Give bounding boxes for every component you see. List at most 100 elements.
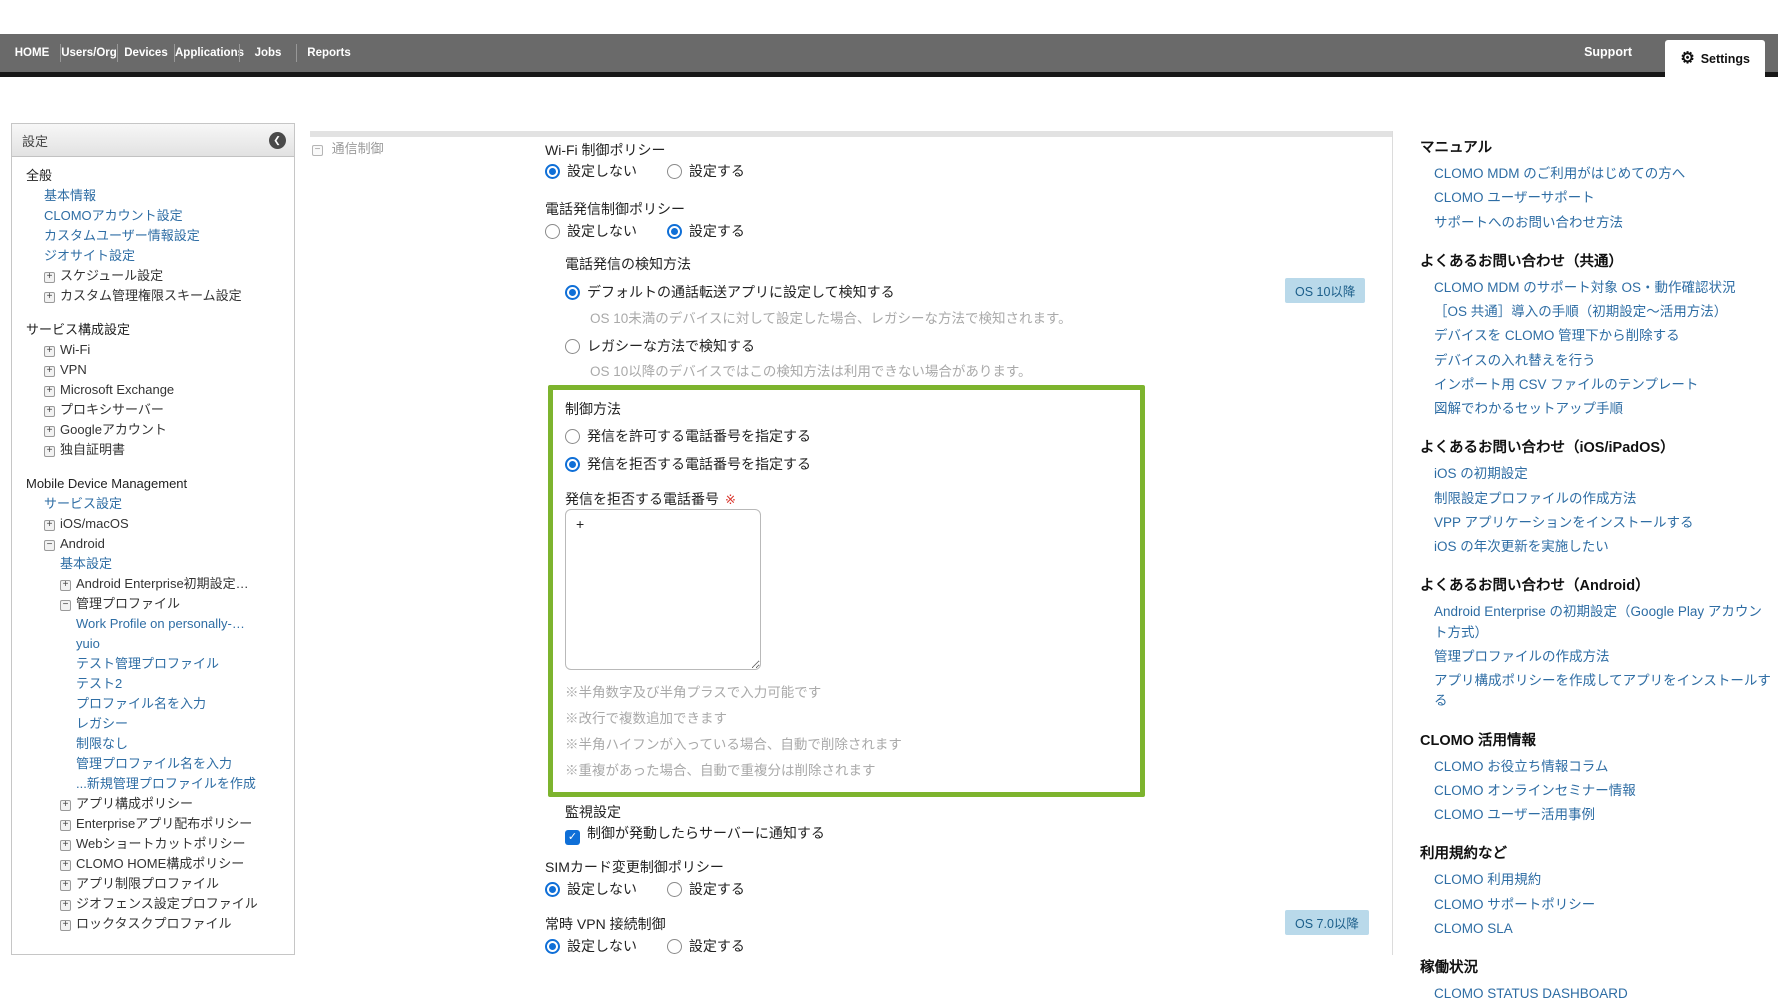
plus-box-icon[interactable] [44, 386, 55, 397]
help-link[interactable]: 図解でわかるセットアップ手順 [1420, 399, 1772, 419]
sidebar-item-ios-macos[interactable]: iOS/macOS [18, 514, 288, 534]
radio-checked-icon[interactable] [545, 939, 560, 954]
help-link[interactable]: デバイスの入れ替えを行う [1420, 351, 1772, 371]
sidebar-item-profile-no-limit[interactable]: 制限なし [18, 734, 288, 754]
help-link[interactable]: インポート用 CSV ファイルのテンプレート [1420, 375, 1772, 395]
sidebar-item-own-certificate[interactable]: 独自証明書 [18, 440, 288, 460]
detection-option-default-label[interactable]: デフォルトの通話転送アプリに設定して検知する [587, 284, 895, 300]
plus-box-icon[interactable] [44, 292, 55, 303]
sidebar-item-custom-user-info[interactable]: カスタムユーザー情報設定 [18, 226, 288, 246]
tab-settings[interactable]: Settings [1665, 40, 1765, 77]
sidebar-item-proxy-server[interactable]: プロキシサーバー [18, 400, 288, 420]
sidebar-item-custom-admin-scheme[interactable]: カスタム管理権限スキーム設定 [18, 286, 288, 306]
help-link[interactable]: サポートへのお問い合わせ方法 [1420, 213, 1772, 233]
detection-option-legacy-label[interactable]: レガシーな方法で検知する [587, 338, 755, 354]
nav-item-users-org[interactable]: Users/Org [61, 47, 117, 59]
minus-box-icon[interactable] [44, 540, 55, 551]
sidebar-item-schedule[interactable]: スケジュール設定 [18, 266, 288, 286]
sidebar-item-android-basic[interactable]: 基本設定 [18, 554, 288, 574]
plus-box-icon[interactable] [60, 580, 71, 591]
control-method-allow-label[interactable]: 発信を許可する電話番号を指定する [587, 428, 811, 444]
plus-box-icon[interactable] [60, 880, 71, 891]
sidebar-item-profile-work-profile[interactable]: Work Profile on personally-… [18, 614, 288, 634]
plus-box-icon[interactable] [60, 840, 71, 851]
plus-box-icon[interactable] [60, 900, 71, 911]
sidebar-item-google-account[interactable]: Googleアカウント [18, 420, 288, 440]
sidebar-item-vpn[interactable]: VPN [18, 360, 288, 380]
checkbox-checked-icon[interactable] [565, 830, 580, 845]
sidebar-item-clomo-home-policy[interactable]: CLOMO HOME構成ポリシー [18, 854, 288, 874]
help-link[interactable]: CLOMO ユーザー活用事例 [1420, 805, 1772, 825]
sidebar-item-profile-legacy[interactable]: レガシー [18, 714, 288, 734]
sidebar-item-wifi[interactable]: Wi-Fi [18, 340, 288, 360]
help-link[interactable]: CLOMO 利用規約 [1420, 870, 1772, 890]
sidebar-item-profile-enter-managed-name[interactable]: 管理プロファイル名を入力 [18, 754, 288, 774]
sidebar-item-create-new-profile[interactable]: ...新規管理プロファイルを作成 [18, 774, 288, 794]
radio-unchecked-icon[interactable] [565, 339, 580, 354]
plus-box-icon[interactable] [60, 820, 71, 831]
sidebar-item-geofence-profile[interactable]: ジオフェンス設定プロファイル [18, 894, 288, 914]
sidebar-item-android-enterprise-init[interactable]: Android Enterprise初期設定… [18, 574, 288, 594]
help-link[interactable]: CLOMO MDM のご利用がはじめての方へ [1420, 164, 1772, 184]
wifi-option-no[interactable]: 設定しない [567, 163, 637, 179]
radio-checked-icon[interactable] [667, 224, 682, 239]
sidebar-item-ms-exchange[interactable]: Microsoft Exchange [18, 380, 288, 400]
radio-checked-icon[interactable] [565, 457, 580, 472]
plus-box-icon[interactable] [44, 446, 55, 457]
help-link[interactable]: ［OS 共通］導入の手順（初期設定～活用方法） [1420, 302, 1772, 322]
plus-box-icon[interactable] [60, 920, 71, 931]
plus-box-icon[interactable] [60, 860, 71, 871]
help-link[interactable]: iOS の年次更新を実施したい [1420, 537, 1772, 557]
radio-unchecked-icon[interactable] [667, 882, 682, 897]
help-link[interactable]: CLOMO STATUS DASHBOARD [1420, 984, 1772, 1004]
sidebar-item-basic-info[interactable]: 基本情報 [18, 186, 288, 206]
radio-unchecked-icon[interactable] [545, 224, 560, 239]
help-link[interactable]: アプリ構成ポリシーを作成してアプリをインストールする [1420, 671, 1772, 712]
help-link[interactable]: デバイスを CLOMO 管理下から削除する [1420, 326, 1772, 346]
sidebar-item-android[interactable]: Android [18, 534, 288, 554]
sim-option-yes[interactable]: 設定する [689, 881, 745, 897]
sidebar-item-clomo-account[interactable]: CLOMOアカウント設定 [18, 206, 288, 226]
plus-box-icon[interactable] [44, 346, 55, 357]
sidebar-item-app-config-policy[interactable]: アプリ構成ポリシー [18, 794, 288, 814]
radio-checked-icon[interactable] [565, 285, 580, 300]
plus-box-icon[interactable] [44, 272, 55, 283]
plus-box-icon[interactable] [44, 520, 55, 531]
help-link[interactable]: CLOMO オンラインセミナー情報 [1420, 781, 1772, 801]
call-option-no[interactable]: 設定しない [567, 223, 637, 239]
sidebar-item-profile-enter-name[interactable]: プロファイル名を入力 [18, 694, 288, 714]
nav-item-support[interactable]: Support [1584, 45, 1632, 59]
sidebar-item-geosite[interactable]: ジオサイト設定 [18, 246, 288, 266]
help-link[interactable]: CLOMO MDM のサポート対象 OS・動作確認状況 [1420, 278, 1772, 298]
radio-unchecked-icon[interactable] [565, 429, 580, 444]
help-link[interactable]: CLOMO お役立ち情報コラム [1420, 757, 1772, 777]
nav-item-applications[interactable]: Applications [175, 47, 239, 59]
sidebar-item-locktask-profile[interactable]: ロックタスクプロファイル [18, 914, 288, 934]
sidebar-item-profile-yuio[interactable]: yuio [18, 634, 288, 654]
plus-box-icon[interactable] [44, 366, 55, 377]
sidebar-item-managed-profile[interactable]: 管理プロファイル [18, 594, 288, 614]
radio-checked-icon[interactable] [545, 882, 560, 897]
nav-item-reports[interactable]: Reports [297, 47, 361, 59]
sidebar-item-web-shortcut-policy[interactable]: Webショートカットポリシー [18, 834, 288, 854]
help-link[interactable]: CLOMO サポートポリシー [1420, 895, 1772, 915]
minus-box-icon[interactable] [312, 145, 323, 156]
sidebar-item-profile-test[interactable]: テスト管理プロファイル [18, 654, 288, 674]
sim-option-no[interactable]: 設定しない [567, 881, 637, 897]
minus-box-icon[interactable] [60, 600, 71, 611]
help-link[interactable]: Android Enterprise の初期設定（Google Play アカウ… [1420, 602, 1772, 643]
sidebar-collapse-button[interactable] [269, 132, 286, 149]
help-link[interactable]: CLOMO ユーザーサポート [1420, 188, 1772, 208]
help-link[interactable]: iOS の初期設定 [1420, 464, 1772, 484]
vpn-option-yes[interactable]: 設定する [689, 938, 745, 954]
radio-unchecked-icon[interactable] [667, 164, 682, 179]
wifi-option-yes[interactable]: 設定する [689, 163, 745, 179]
sidebar-item-profile-test2[interactable]: テスト2 [18, 674, 288, 694]
plus-box-icon[interactable] [44, 426, 55, 437]
sidebar-item-app-restriction-profile[interactable]: アプリ制限プロファイル [18, 874, 288, 894]
sidebar-item-service-settings[interactable]: サービス設定 [18, 494, 288, 514]
help-link[interactable]: CLOMO SLA [1420, 919, 1772, 939]
nav-item-jobs[interactable]: Jobs [240, 47, 296, 59]
plus-box-icon[interactable] [44, 406, 55, 417]
nav-item-devices[interactable]: Devices [118, 47, 174, 59]
